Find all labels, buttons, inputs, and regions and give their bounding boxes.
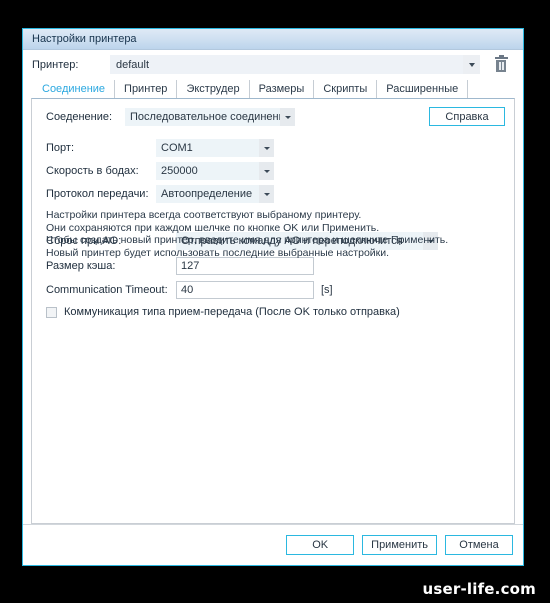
printer-label: Принтер: — [32, 58, 79, 71]
transfer-protocol-label: Протокол передачи: — [46, 188, 149, 200]
cancel-button[interactable]: Отмена — [445, 535, 513, 555]
info-text-line-2: Они сохраняются при каждом шелчке по кно… — [46, 221, 380, 234]
communication-timeout-field-row: Communication Timeout: 40 [s] — [46, 281, 333, 299]
tab-connection[interactable]: Соединение — [32, 80, 116, 98]
info-text-line-1: Настройки принтера всегда соответствуют … — [46, 209, 362, 221]
trash-icon — [494, 55, 508, 72]
transfer-protocol-dropdown-value: Автоопределение — [161, 188, 253, 200]
info-text-line-4: Новый принтер будет использовать последн… — [46, 246, 390, 259]
cache-size-field-row: Размер кэша: 127 — [46, 257, 314, 275]
tab-dimensions[interactable]: Размеры — [248, 80, 315, 98]
watermark: user-life.com — [422, 580, 536, 598]
cache-size-input[interactable]: 127 — [176, 257, 314, 275]
baud-rate-dropdown-value: 250000 — [161, 165, 198, 177]
ping-pong-checkbox[interactable] — [46, 306, 57, 318]
chevron-down-icon[interactable] — [259, 139, 274, 157]
dialog-title: Настройки принтера — [32, 33, 137, 45]
communication-timeout-label: Communication Timeout: — [46, 284, 168, 296]
connection-dropdown-value: Последовательное соединение — [130, 111, 291, 123]
printer-dropdown-value: default — [116, 58, 150, 71]
connection-tab-panel: Справка Соеденение: Последовательное сое… — [31, 98, 515, 524]
ok-button[interactable]: OK — [286, 535, 355, 555]
transfer-protocol-field-row: Протокол передачи: Автоопределение — [46, 185, 274, 203]
port-label: Порт: — [46, 142, 74, 154]
port-field-row: Порт: COM1 — [46, 139, 274, 157]
baud-rate-label: Скорость в бодах: — [46, 165, 139, 177]
dialog-titlebar: Настройки принтера — [23, 29, 523, 50]
printer-dropdown[interactable]: default — [110, 55, 480, 74]
communication-timeout-unit: [s] — [321, 284, 333, 296]
info-text-block: Настройки принтера всегда соответствуют … — [46, 209, 448, 259]
printer-settings-dialog: Настройки принтера Принтер: default Соед… — [22, 28, 524, 566]
info-text-line-3: Чтобы создать новый принтер, введите имя… — [46, 234, 449, 247]
ping-pong-checkbox-row[interactable]: Коммуникация типа прием-передача (После … — [46, 306, 400, 318]
printer-selector-row: Принтер: default — [23, 50, 523, 79]
dialog-button-bar: OK Применить Отмена — [23, 524, 523, 565]
baud-rate-dropdown[interactable]: 250000 — [156, 162, 274, 180]
connection-field-row: Соеденение: Последовательное соединение — [46, 108, 295, 126]
cache-size-label: Размер кэша: — [46, 260, 116, 272]
communication-timeout-input[interactable]: 40 — [176, 281, 314, 299]
ping-pong-label: Коммуникация типа прием-передача (После … — [64, 306, 400, 318]
connection-dropdown[interactable]: Последовательное соединение — [125, 108, 295, 126]
port-dropdown-value: COM1 — [161, 142, 193, 154]
chevron-down-icon[interactable] — [280, 108, 295, 126]
port-dropdown[interactable]: COM1 — [156, 139, 274, 157]
delete-printer-button[interactable] — [488, 54, 514, 75]
apply-button[interactable]: Применить — [362, 535, 437, 555]
help-button[interactable]: Справка — [429, 107, 505, 126]
tab-strip: Соединение Принтер Экструдер Размеры Скр… — [23, 79, 523, 98]
tab-advanced[interactable]: Расширенные — [376, 80, 469, 98]
tab-printer[interactable]: Принтер — [114, 80, 178, 98]
chevron-down-icon[interactable] — [259, 162, 274, 180]
chevron-down-icon[interactable] — [259, 185, 274, 203]
transfer-protocol-dropdown[interactable]: Автоопределение — [156, 185, 274, 203]
tab-scripts[interactable]: Скрипты — [313, 80, 378, 98]
baud-rate-field-row: Скорость в бодах: 250000 — [46, 162, 274, 180]
connection-label: Соеденение: — [46, 111, 113, 123]
tab-extruder[interactable]: Экструдер — [176, 80, 250, 98]
chevron-down-icon[interactable] — [463, 55, 480, 74]
